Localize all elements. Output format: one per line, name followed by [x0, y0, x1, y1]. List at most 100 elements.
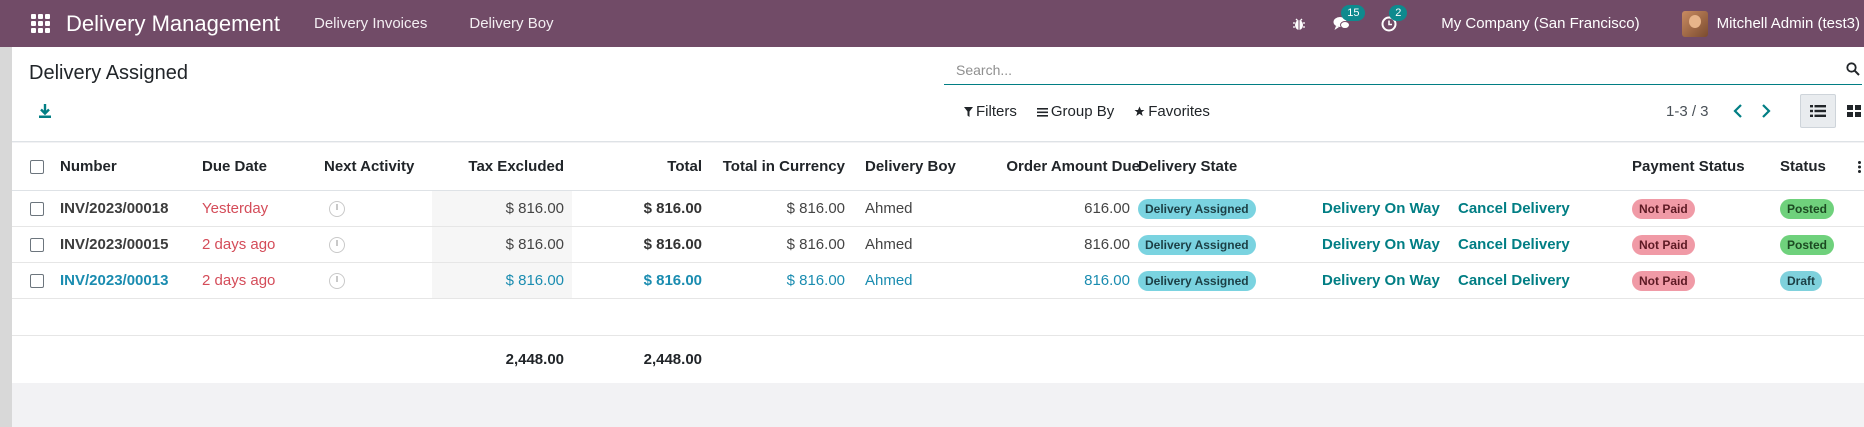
table-row[interactable]: INV/2023/00013 2 days ago $ 816.00 $ 816…: [12, 263, 1864, 299]
cell-due-date: 2 days ago: [202, 236, 276, 253]
cell-tax-excluded: $ 816.00: [505, 236, 564, 253]
col-due-date[interactable]: Due Date: [202, 143, 267, 190]
col-order-amount-due[interactable]: Order Amount Due: [980, 143, 1140, 190]
top-navbar: Delivery Management Delivery Invoices De…: [0, 0, 1864, 47]
star-icon: [1134, 106, 1145, 116]
filter-icon: [964, 106, 973, 117]
total-tax-excluded: 2,448.00: [505, 351, 564, 368]
download-icon[interactable]: [38, 103, 58, 123]
apps-menu-icon[interactable]: [22, 0, 58, 47]
cell-total: $ 816.00: [643, 200, 702, 217]
activity-clock-icon[interactable]: [329, 272, 345, 289]
cell-tax-excluded: $ 816.00: [505, 200, 564, 217]
payment-status-badge: Not Paid: [1632, 198, 1695, 219]
payment-status-badge: Not Paid: [1632, 270, 1695, 291]
search-icon[interactable]: [1846, 62, 1860, 81]
menu-delivery-boy[interactable]: Delivery Boy: [469, 15, 553, 32]
favorites-label: Favorites: [1148, 103, 1210, 120]
page-title: Delivery Assigned: [29, 62, 188, 84]
cell-delivery-boy: Ahmed: [865, 236, 913, 253]
cell-due-date: 2 days ago: [202, 272, 276, 289]
status-badge: Posted: [1780, 198, 1835, 219]
control-panel: Delivery Assigned Filters Group By Favor…: [12, 47, 1864, 142]
optional-columns-icon[interactable]: [1858, 143, 1861, 190]
cell-order-amount-due: 816.00: [1084, 272, 1130, 289]
cancel-delivery-button[interactable]: Cancel Delivery: [1458, 191, 1570, 226]
filters-button[interactable]: Filters: [964, 103, 1017, 120]
status-badge: Draft: [1780, 270, 1823, 291]
pager-value[interactable]: 1-3 / 3: [1666, 103, 1709, 120]
delivery-state-badge: Delivery Assigned: [1138, 234, 1256, 255]
list-view-icon[interactable]: [1800, 94, 1836, 128]
menu-delivery-invoices[interactable]: Delivery Invoices: [314, 15, 427, 32]
row-checkbox[interactable]: [30, 273, 44, 288]
activities-clock-icon[interactable]: 2: [1379, 4, 1408, 34]
favorites-button[interactable]: Favorites: [1134, 103, 1210, 120]
col-status[interactable]: Status: [1780, 143, 1826, 190]
cell-due-date: Yesterday: [202, 200, 269, 217]
select-all-checkbox[interactable]: [30, 159, 44, 174]
cancel-delivery-button[interactable]: Cancel Delivery: [1458, 227, 1570, 262]
activity-clock-icon[interactable]: [329, 236, 345, 253]
row-checkbox[interactable]: [30, 237, 44, 252]
user-name: Mitchell Admin (test3): [1716, 15, 1860, 32]
cell-total-currency: $ 816.00: [786, 200, 845, 217]
messages-icon[interactable]: 15: [1331, 4, 1366, 34]
cell-number: INV/2023/00015: [60, 236, 169, 253]
status-badge: Posted: [1780, 234, 1835, 255]
cell-delivery-boy: Ahmed: [865, 272, 913, 289]
col-total[interactable]: Total: [572, 143, 702, 190]
avatar: [1681, 10, 1708, 37]
cell-total-currency: $ 816.00: [786, 236, 845, 253]
cell-number: INV/2023/00018: [60, 200, 169, 217]
col-number[interactable]: Number: [60, 143, 117, 190]
delivery-on-way-button[interactable]: Delivery On Way: [1322, 191, 1440, 226]
table-header-row: Number Due Date Next Activity Tax Exclud…: [12, 143, 1864, 191]
col-tax-excluded[interactable]: Tax Excluded: [432, 143, 564, 190]
group-by-icon: [1036, 107, 1048, 117]
cancel-delivery-button[interactable]: Cancel Delivery: [1458, 263, 1570, 298]
total-total: 2,448.00: [643, 351, 702, 368]
messages-count-badge: 15: [1341, 4, 1366, 21]
cell-order-amount-due: 816.00: [1084, 236, 1130, 253]
activities-count-badge: 2: [1389, 4, 1408, 21]
cell-total-currency: $ 816.00: [786, 272, 845, 289]
search-options: Filters Group By Favorites: [964, 103, 1230, 120]
delivery-state-badge: Delivery Assigned: [1138, 198, 1256, 219]
group-by-label: Group By: [1050, 103, 1115, 120]
view-switcher: [1800, 94, 1864, 128]
pager-previous-icon[interactable]: [1732, 103, 1744, 124]
kanban-view-icon[interactable]: [1836, 94, 1864, 128]
cell-order-amount-due: 616.00: [1084, 200, 1130, 217]
delivery-on-way-button[interactable]: Delivery On Way: [1322, 227, 1440, 262]
search-input[interactable]: [944, 57, 1824, 83]
table-row[interactable]: INV/2023/00015 2 days ago $ 816.00 $ 816…: [12, 227, 1864, 263]
cell-tax-excluded: $ 816.00: [505, 272, 564, 289]
left-edge-strip: [0, 47, 12, 427]
col-next-activity[interactable]: Next Activity: [324, 143, 414, 190]
filters-label: Filters: [976, 103, 1017, 120]
col-delivery-state[interactable]: Delivery State: [1138, 143, 1237, 190]
select-all-checkbox-cell: [30, 143, 44, 190]
row-checkbox[interactable]: [30, 201, 44, 216]
user-menu[interactable]: Mitchell Admin (test3): [1681, 10, 1860, 37]
delivery-on-way-button[interactable]: Delivery On Way: [1322, 263, 1440, 298]
totals-row: 2,448.00 2,448.00: [12, 335, 1864, 383]
activity-clock-icon[interactable]: [329, 200, 345, 217]
company-switcher[interactable]: My Company (San Francisco): [1441, 15, 1639, 32]
delivery-state-badge: Delivery Assigned: [1138, 270, 1256, 291]
col-payment-status[interactable]: Payment Status: [1632, 143, 1745, 190]
empty-row: [12, 299, 1864, 335]
search-bar: [944, 57, 1862, 85]
cell-number: INV/2023/00013: [60, 272, 169, 289]
pager-next-icon[interactable]: [1760, 103, 1772, 124]
group-by-button[interactable]: Group By: [1036, 103, 1115, 120]
col-total-in-currency[interactable]: Total in Currency: [712, 143, 845, 190]
invoice-list-table: Number Due Date Next Activity Tax Exclud…: [12, 143, 1864, 383]
table-row[interactable]: INV/2023/00018 Yesterday $ 816.00 $ 816.…: [12, 191, 1864, 227]
app-brand[interactable]: Delivery Management: [66, 11, 280, 37]
col-delivery-boy[interactable]: Delivery Boy: [865, 143, 956, 190]
debug-bug-icon[interactable]: [1289, 14, 1309, 34]
cell-delivery-boy: Ahmed: [865, 200, 913, 217]
cell-total: $ 816.00: [643, 272, 702, 289]
